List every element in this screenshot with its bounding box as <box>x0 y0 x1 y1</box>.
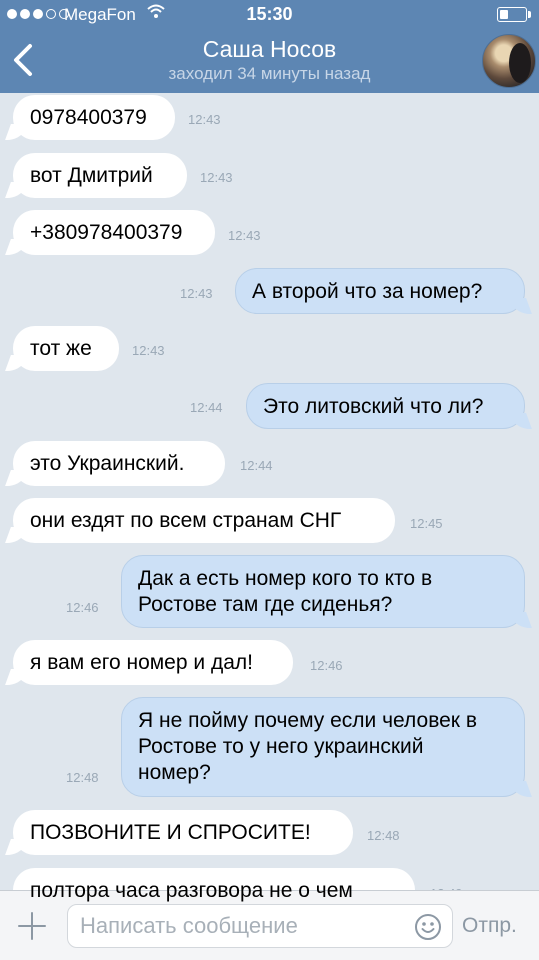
message-time: 12:48 <box>367 828 400 843</box>
message-time: 12:43 <box>132 343 165 358</box>
message-text: +380978400379 <box>30 221 183 244</box>
message-time: 12:45 <box>410 516 443 531</box>
chat-header: MegaFon 15:30 Саша Носов заходил 34 мину… <box>0 0 539 93</box>
message-time: 12:46 <box>66 600 99 615</box>
message-incoming[interactable]: я вам его номер и дал! <box>13 640 293 685</box>
message-incoming[interactable]: вот Дмитрий <box>13 153 187 198</box>
message-text: они ездят по всем странам СНГ <box>30 509 342 532</box>
message-incoming[interactable]: тот же <box>13 326 119 371</box>
message-time: 12:43 <box>188 112 221 127</box>
plus-icon <box>18 912 46 940</box>
message-incoming[interactable]: это Украинский. <box>13 441 225 486</box>
message-outgoing[interactable]: Я не пойму почему если человек в Ростове… <box>121 697 525 797</box>
message-text: А второй что за номер? <box>252 280 483 303</box>
contact-name[interactable]: Саша Носов <box>0 36 539 63</box>
avatar[interactable] <box>482 34 536 88</box>
last-seen-status: заходил 34 минуты назад <box>168 64 371 83</box>
message-text: вот Дмитрий <box>30 164 153 187</box>
message-time: 12:43 <box>228 228 261 243</box>
message-incoming[interactable]: 0978400379 <box>13 95 175 140</box>
message-text: Дак а есть номер кого то кто в Ростове т… <box>138 567 433 616</box>
message-incoming[interactable]: +380978400379 <box>13 210 215 255</box>
message-time: 12:44 <box>190 400 223 415</box>
attach-button[interactable] <box>17 911 47 941</box>
message-outgoing[interactable]: Дак а есть номер кого то кто в Ростове т… <box>121 555 525 628</box>
message-text: тот же <box>30 337 92 360</box>
send-button[interactable]: Отпр. <box>462 914 517 938</box>
smiley-icon <box>415 914 441 940</box>
message-incoming[interactable]: ПОЗВОНИТЕ И СПРОСИТЕ! <box>13 810 353 855</box>
status-bar: MegaFon 15:30 <box>0 0 539 30</box>
message-text: ПОЗВОНИТЕ И СПРОСИТЕ! <box>30 821 311 844</box>
message-time: 12:43 <box>200 170 233 185</box>
message-text: полтора часа разговора не о чем <box>30 879 353 902</box>
message-text: я вам его номер и дал! <box>30 651 253 674</box>
message-time: 12:43 <box>180 286 213 301</box>
message-time: 12:44 <box>240 458 273 473</box>
message-outgoing[interactable]: Это литовский что ли? <box>246 383 525 429</box>
battery-level <box>500 10 508 19</box>
message-text: Я не пойму почему если человек в Ростове… <box>138 709 477 784</box>
battery-tip <box>528 11 531 18</box>
battery-icon <box>497 7 527 22</box>
message-time: 12:46 <box>310 658 343 673</box>
emoji-button[interactable] <box>414 913 442 941</box>
message-input[interactable] <box>80 905 400 947</box>
message-time: 12:48 <box>66 770 99 785</box>
message-text: Это литовский что ли? <box>263 395 484 418</box>
message-outgoing[interactable]: А второй что за номер? <box>235 268 525 314</box>
message-incoming[interactable]: они ездят по всем странам СНГ <box>13 498 395 543</box>
status-time: 15:30 <box>246 4 293 24</box>
message-text: 0978400379 <box>30 106 147 129</box>
message-text: это Украинский. <box>30 452 185 475</box>
message-input-wrapper <box>67 904 453 948</box>
